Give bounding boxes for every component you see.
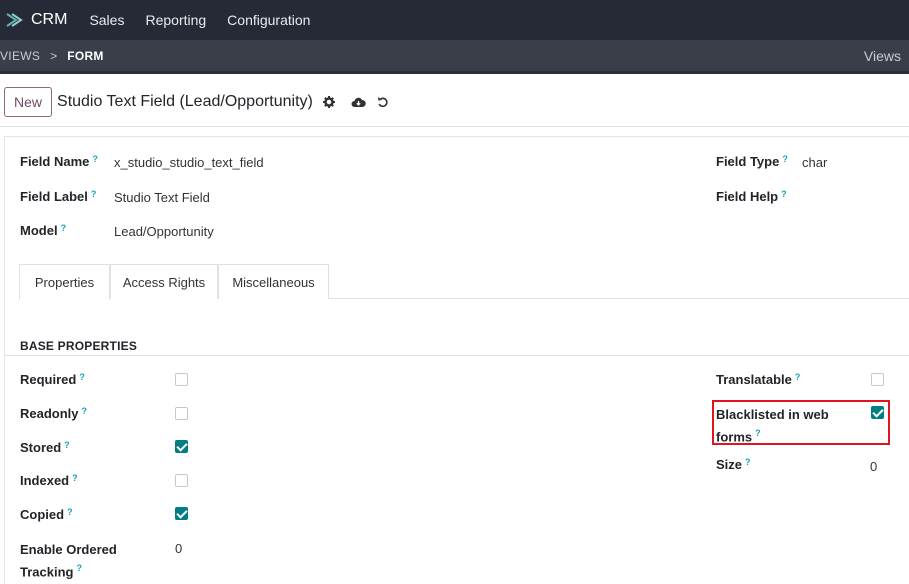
model-row: Model ?: [20, 223, 66, 238]
indexed-label: Indexed: [20, 473, 70, 488]
help-icon[interactable]: ?: [79, 372, 85, 382]
help-icon[interactable]: ?: [67, 507, 73, 517]
help-icon[interactable]: ?: [76, 563, 82, 573]
menu-reporting[interactable]: Reporting: [145, 12, 206, 28]
record-title: Studio Text Field (Lead/Opportunity): [57, 92, 313, 110]
help-icon[interactable]: ?: [91, 189, 97, 199]
indexed-checkbox[interactable]: [175, 474, 188, 487]
new-button[interactable]: New: [4, 86, 53, 117]
tab-properties[interactable]: Properties: [19, 264, 110, 300]
translatable-label: Translatable: [716, 372, 792, 387]
app-name: CRM: [31, 11, 68, 28]
menu-configuration[interactable]: Configuration: [227, 12, 310, 28]
section-divider: [5, 355, 909, 356]
views-link[interactable]: Views: [864, 48, 901, 64]
ordered-tracking-label-line1: Enable Ordered: [20, 542, 117, 557]
model-value[interactable]: Lead/Opportunity: [114, 224, 214, 239]
help-icon[interactable]: ?: [781, 189, 787, 199]
help-icon[interactable]: ?: [64, 440, 70, 450]
field-name-label: Field Name: [20, 154, 90, 169]
field-help-label: Field Help: [716, 189, 779, 204]
ordered-tracking-row: Enable Ordered Tracking?: [20, 540, 117, 581]
control-panel: New Studio Text Field (Lead/Opportunity): [0, 77, 909, 127]
copied-label: Copied: [20, 507, 65, 522]
size-row: Size ?: [716, 457, 751, 472]
field-help-row: Field Help ?: [716, 189, 787, 204]
top-navbar: CRM Sales Reporting Configuration: [0, 0, 909, 40]
field-label-label: Field Label: [20, 189, 88, 204]
field-name-value[interactable]: x_studio_studio_text_field: [114, 155, 264, 170]
ordered-tracking-label-line2: Tracking: [20, 564, 74, 580]
help-icon[interactable]: ?: [795, 372, 801, 382]
menu-sales[interactable]: Sales: [89, 12, 124, 28]
breadcrumb-bar: VIEWS > FORM Views: [0, 40, 909, 74]
model-label: Model: [20, 223, 58, 238]
stored-row: Stored ?: [20, 440, 70, 455]
size-label: Size: [716, 457, 743, 472]
help-icon[interactable]: ?: [61, 223, 67, 233]
translatable-row: Translatable ?: [716, 372, 800, 387]
crm-app-icon: [6, 13, 23, 27]
field-label-value[interactable]: Studio Text Field: [114, 190, 210, 205]
form-sheet: Field Name ? x_studio_studio_text_field …: [4, 136, 909, 584]
ordered-tracking-value[interactable]: 0: [175, 541, 182, 556]
breadcrumb-form: FORM: [67, 48, 104, 63]
size-value[interactable]: 0: [870, 459, 877, 474]
readonly-checkbox[interactable]: [175, 407, 188, 420]
app-brand[interactable]: CRM: [6, 11, 67, 29]
notebook-tabs: Properties Access Rights Miscellaneous: [19, 264, 909, 300]
gear-icon[interactable]: [321, 94, 337, 110]
section-title: BASE PROPERTIES: [20, 339, 138, 353]
required-checkbox[interactable]: [175, 373, 188, 386]
required-label: Required: [20, 372, 77, 387]
breadcrumb-views[interactable]: VIEWS: [0, 49, 40, 63]
discard-undo-icon[interactable]: [375, 94, 391, 110]
help-icon[interactable]: ?: [782, 154, 788, 164]
field-type-value[interactable]: char: [802, 155, 827, 170]
readonly-label: Readonly: [20, 406, 79, 421]
field-name-row: Field Name ?: [20, 154, 98, 169]
field-type-label: Field Type: [716, 154, 780, 169]
highlight-box: [712, 400, 890, 445]
tab-access-rights[interactable]: Access Rights: [110, 264, 218, 299]
help-icon[interactable]: ?: [72, 473, 78, 483]
field-label-row: Field Label ?: [20, 189, 96, 204]
stored-label: Stored: [20, 440, 62, 455]
copied-checkbox[interactable]: [175, 507, 188, 520]
stored-checkbox[interactable]: [175, 440, 188, 453]
help-icon[interactable]: ?: [82, 406, 88, 416]
required-row: Required ?: [20, 372, 85, 387]
help-icon[interactable]: ?: [745, 457, 751, 467]
breadcrumb-separator: >: [50, 48, 58, 63]
readonly-row: Readonly ?: [20, 406, 87, 421]
cloud-save-icon[interactable]: [351, 94, 367, 110]
field-type-row: Field Type ?: [716, 154, 788, 169]
copied-row: Copied ?: [20, 507, 73, 522]
translatable-checkbox[interactable]: [871, 373, 884, 386]
tab-miscellaneous[interactable]: Miscellaneous: [218, 264, 329, 299]
help-icon[interactable]: ?: [92, 154, 98, 164]
indexed-row: Indexed ?: [20, 473, 78, 488]
